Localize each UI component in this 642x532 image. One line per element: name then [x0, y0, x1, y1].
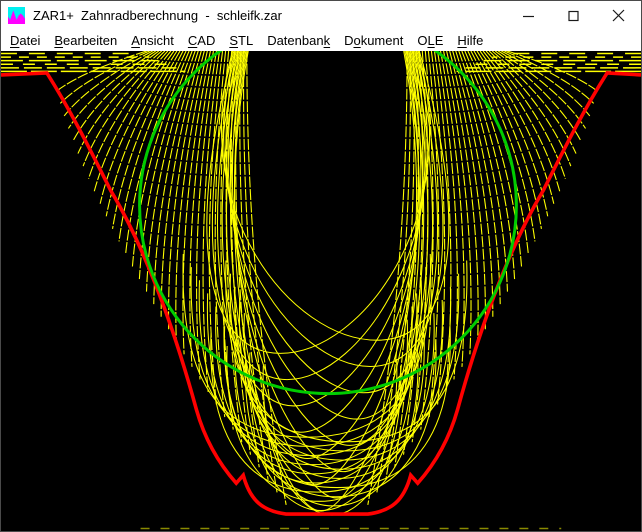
menu-item-bearbeiten[interactable]: Bearbeiten [47, 32, 124, 49]
window-controls [506, 1, 641, 30]
menu-item-datenbank[interactable]: Datenbank [260, 32, 337, 49]
menu-item-dokument[interactable]: Dokument [337, 32, 410, 49]
app-window: ZAR1+ Zahnradberechnung - schleifk.zar D… [0, 0, 642, 532]
menu-item-cad[interactable]: CAD [181, 32, 222, 49]
drawing-canvas[interactable] [1, 51, 641, 531]
menu-item-datei[interactable]: Datei [3, 32, 47, 49]
minimize-button[interactable] [506, 1, 551, 30]
app-icon [8, 7, 25, 24]
window-title: ZAR1+ Zahnradberechnung - schleifk.zar [33, 8, 506, 23]
close-icon [612, 9, 625, 22]
gear-grinding-plot [1, 51, 641, 531]
menu-item-hilfe[interactable]: Hilfe [450, 32, 490, 49]
maximize-button[interactable] [551, 1, 596, 30]
titlebar: ZAR1+ Zahnradberechnung - schleifk.zar [1, 1, 641, 30]
canvas-background [1, 51, 641, 531]
menu-item-ole[interactable]: OLE [410, 32, 450, 49]
maximize-icon [568, 10, 580, 22]
menu-item-stl[interactable]: STL [222, 32, 260, 49]
close-button[interactable] [596, 1, 641, 30]
menu-item-ansicht[interactable]: Ansicht [124, 32, 181, 49]
minimize-icon [523, 10, 535, 22]
menubar: DateiBearbeitenAnsichtCADSTLDatenbankDok… [1, 30, 641, 51]
